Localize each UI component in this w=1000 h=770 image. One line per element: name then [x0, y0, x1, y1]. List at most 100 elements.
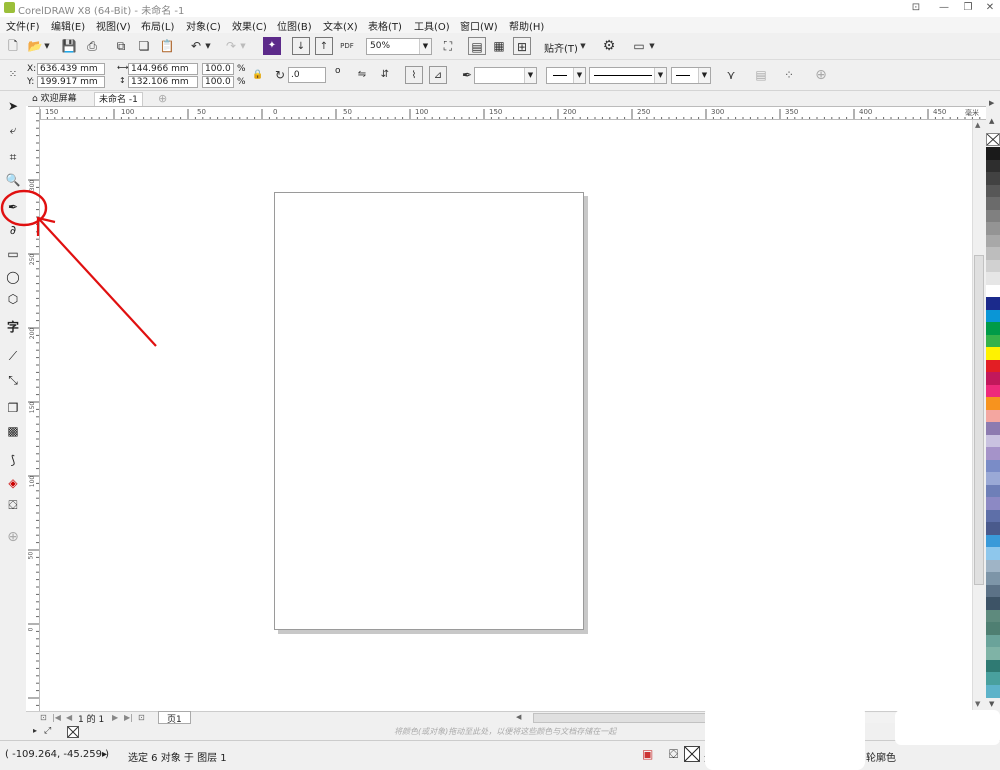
menu-object[interactable]: 对象(C) [186, 18, 221, 33]
color-swatch[interactable] [986, 359, 1000, 373]
menu-view[interactable]: 视图(V) [96, 18, 131, 33]
crop-tool-icon[interactable]: ⌗ [4, 148, 22, 166]
add-tool-icon[interactable]: ⊕ [4, 528, 22, 546]
chevron-down-icon[interactable]: ▼ [573, 68, 585, 83]
palette-scroll-up-icon[interactable]: ▲ [989, 117, 994, 125]
first-page-icon[interactable]: |◀ [52, 713, 61, 722]
interactive-fill-icon[interactable]: ◈ [4, 474, 22, 492]
menu-help[interactable]: 帮助(H) [509, 18, 544, 33]
color-swatch[interactable] [986, 372, 1000, 385]
restore-panel-icon[interactable]: ⊡ [908, 1, 924, 15]
color-proof-icon[interactable]: ▣ [642, 747, 653, 761]
color-swatch[interactable] [986, 634, 1000, 648]
menu-layout[interactable]: 布局(L) [141, 18, 174, 33]
last-page-icon[interactable]: ▶| [124, 713, 133, 722]
show-guidelines-icon[interactable]: ⊞ [513, 37, 531, 55]
transparency-icon[interactable]: ▩ [4, 422, 22, 440]
show-grid-icon[interactable]: ▦ [490, 37, 508, 55]
chevron-down-icon[interactable]: ▼ [419, 39, 431, 54]
horizontal-scroll-thumb[interactable] [533, 713, 708, 723]
start-arrow-combo[interactable]: ▼ [546, 67, 586, 84]
lock-ratio-icon[interactable]: 🔒 [249, 66, 267, 84]
no-color-swatch[interactable] [67, 726, 79, 738]
chevron-down-icon[interactable]: ▼ [579, 37, 587, 55]
mirror-horizontal-icon[interactable]: ⇋ [353, 66, 371, 84]
export-icon[interactable]: ↑ [315, 37, 333, 55]
chevron-down-icon[interactable]: ▼ [524, 68, 536, 83]
chevron-down-icon[interactable]: ▼ [204, 37, 212, 55]
edit-node-icon[interactable]: ⊿ [429, 66, 447, 84]
y-position-field[interactable]: 199.917 mm [37, 76, 105, 88]
scale-y-field[interactable]: 100.0 [202, 76, 234, 88]
copy-icon[interactable]: ❏ [135, 37, 153, 55]
menu-edit[interactable]: 编辑(E) [51, 18, 85, 33]
color-swatch[interactable] [986, 659, 1000, 673]
zoom-tool-icon[interactable]: 🔍 [4, 171, 22, 189]
color-swatch[interactable] [986, 672, 1000, 685]
open-folder-icon[interactable]: 📂 [26, 37, 44, 55]
new-tab-plus-icon[interactable]: ⊕ [154, 92, 171, 106]
menu-bitmaps[interactable]: 位图(B) [277, 18, 312, 33]
line-style-combo[interactable]: ▼ [589, 67, 667, 84]
text-wrap-icon[interactable]: ▤ [752, 66, 770, 84]
freehand-tool-icon[interactable]: ✒ [4, 198, 22, 216]
color-swatch[interactable] [986, 272, 1000, 285]
add-page-after-icon[interactable]: ⊡ [138, 713, 145, 722]
polygon-tool-icon[interactable]: ⬡ [4, 290, 22, 308]
object-origin-icon[interactable]: ⁙ [4, 66, 22, 84]
smart-fill-icon[interactable]: ⛋ [4, 496, 22, 514]
close-button[interactable]: ✕ [982, 1, 998, 15]
cut-icon[interactable]: ⧉ [112, 37, 130, 55]
color-swatch[interactable] [986, 172, 1000, 185]
color-swatch[interactable] [986, 309, 1000, 323]
drop-shadow-icon[interactable]: ❐ [4, 399, 22, 417]
color-swatch[interactable] [986, 459, 1000, 473]
color-swatch[interactable] [986, 322, 1000, 335]
chevron-down-icon[interactable]: ▼ [648, 37, 656, 55]
print-icon[interactable]: ⎙ [83, 37, 101, 55]
x-position-field[interactable]: 636.439 mm [37, 63, 105, 75]
smart-drawing-icon[interactable]: ∂ [4, 221, 22, 239]
width-field[interactable]: 144.966 mm [128, 63, 198, 75]
menu-text[interactable]: 文本(X) [323, 18, 358, 33]
color-swatch[interactable] [986, 509, 1000, 523]
chevron-down-icon[interactable]: ▼ [698, 68, 710, 83]
redo-icon[interactable]: ↷ [222, 37, 240, 55]
previous-page-icon[interactable]: ◀ [66, 713, 72, 722]
convert-to-curves-icon[interactable]: ⌇ [405, 66, 423, 84]
horizontal-ruler[interactable]: 150 100 50 0 50 100 150 200 250 300 350 … [40, 106, 986, 120]
color-swatch[interactable] [986, 622, 1000, 635]
color-swatch[interactable] [986, 522, 1000, 535]
color-swatch[interactable] [986, 547, 1000, 560]
color-swatch[interactable] [986, 609, 1000, 623]
eyedropper-icon[interactable]: ⤢ [44, 726, 51, 736]
add-plus-icon[interactable]: ⊕ [812, 66, 830, 84]
show-rulers-icon[interactable]: ▤ [468, 37, 486, 55]
fill-none-swatch[interactable] [684, 746, 700, 762]
ellipse-tool-icon[interactable]: ◯ [4, 268, 22, 286]
parallel-dimension-icon[interactable]: ⟋ [4, 347, 22, 365]
paste-icon[interactable]: 📋 [158, 37, 176, 55]
color-swatch[interactable] [986, 159, 1000, 173]
minimize-button[interactable]: — [936, 1, 952, 15]
mirror-vertical-icon[interactable]: ⇵ [376, 66, 394, 84]
color-swatch[interactable] [986, 422, 1000, 435]
color-swatch[interactable] [986, 409, 1000, 423]
rectangle-tool-icon[interactable]: ▭ [4, 245, 22, 263]
color-swatch[interactable] [986, 684, 1000, 698]
color-swatch[interactable] [986, 197, 1000, 210]
color-swatch[interactable] [986, 222, 1000, 235]
undo-icon[interactable]: ↶ [187, 37, 205, 55]
color-swatch[interactable] [986, 234, 1000, 248]
height-field[interactable]: 132.106 mm [128, 76, 198, 88]
color-swatch[interactable] [986, 559, 1000, 573]
palette-options-icon[interactable]: ▸ [33, 726, 37, 735]
color-swatch[interactable] [986, 484, 1000, 498]
outline-width-combo[interactable]: ▼ [474, 67, 537, 84]
import-icon[interactable]: ↓ [292, 37, 310, 55]
chevron-down-icon[interactable]: ▼ [654, 68, 666, 83]
color-swatch[interactable] [986, 472, 1000, 485]
color-swatch[interactable] [986, 284, 1000, 298]
full-screen-icon[interactable]: ⛶ [439, 37, 457, 55]
pick-tool-icon[interactable]: ➤ [4, 97, 22, 115]
